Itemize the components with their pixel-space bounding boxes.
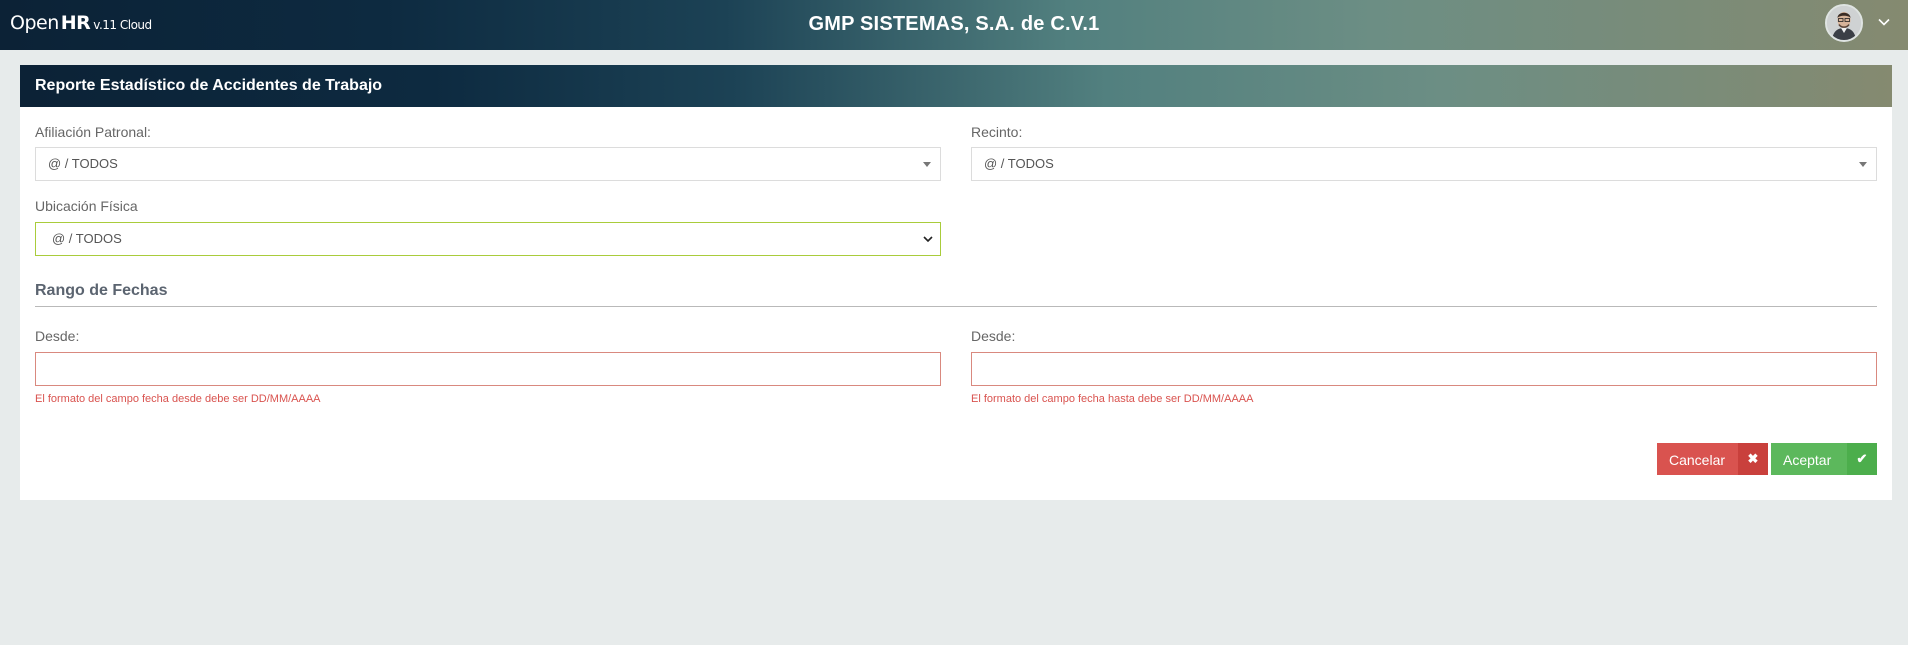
desde-error-message: El formato del campo fecha desde debe se… [35, 393, 321, 405]
recinto-select-value: @ / TODOS [984, 156, 1054, 171]
top-navbar: Open HR v.11 Cloud GMP SISTEMAS, S.A. de C… [0, 0, 1908, 50]
recinto-select[interactable]: @ / TODOS [971, 147, 1877, 181]
caret-down-icon [923, 162, 931, 167]
afiliacion-label: Afiliación Patronal: [35, 124, 151, 140]
close-icon: ✖ [1738, 443, 1768, 475]
hasta-date-input[interactable] [971, 352, 1877, 386]
chevron-down-icon[interactable] [1876, 14, 1892, 30]
panel-title: Reporte Estadístico de Accidentes de Tra… [20, 65, 1892, 107]
check-icon: ✔ [1847, 443, 1877, 475]
caret-down-icon [1859, 162, 1867, 167]
ubicacion-select[interactable]: @ / TODOS [35, 222, 941, 256]
hasta-error-message: El formato del campo fecha hasta debe se… [971, 393, 1254, 405]
hasta-label: Desde: [971, 328, 1016, 344]
ubicacion-label: Ubicación Física [35, 198, 138, 214]
desde-date-input[interactable] [35, 352, 941, 386]
recinto-label: Recinto: [971, 124, 1023, 140]
avatar-icon [1827, 6, 1861, 40]
date-range-heading: Rango de Fechas [35, 282, 1877, 307]
desde-label: Desde: [35, 328, 80, 344]
afiliacion-select[interactable]: @ / TODOS [35, 147, 941, 181]
report-panel: Reporte Estadístico de Accidentes de Tra… [20, 65, 1892, 500]
accept-button-label: Aceptar [1783, 452, 1832, 468]
cancel-button[interactable]: Cancelar ✖ [1657, 443, 1768, 475]
user-avatar[interactable] [1825, 4, 1863, 42]
company-name: GMP SISTEMAS, S.A. de C.V.1 [808, 13, 1100, 35]
chevron-down-icon [923, 236, 933, 243]
cancel-button-label: Cancelar [1669, 452, 1726, 468]
ubicacion-select-value: @ / TODOS [52, 231, 122, 246]
accept-button[interactable]: Aceptar ✔ [1771, 443, 1877, 475]
afiliacion-select-value: @ / TODOS [48, 156, 118, 171]
